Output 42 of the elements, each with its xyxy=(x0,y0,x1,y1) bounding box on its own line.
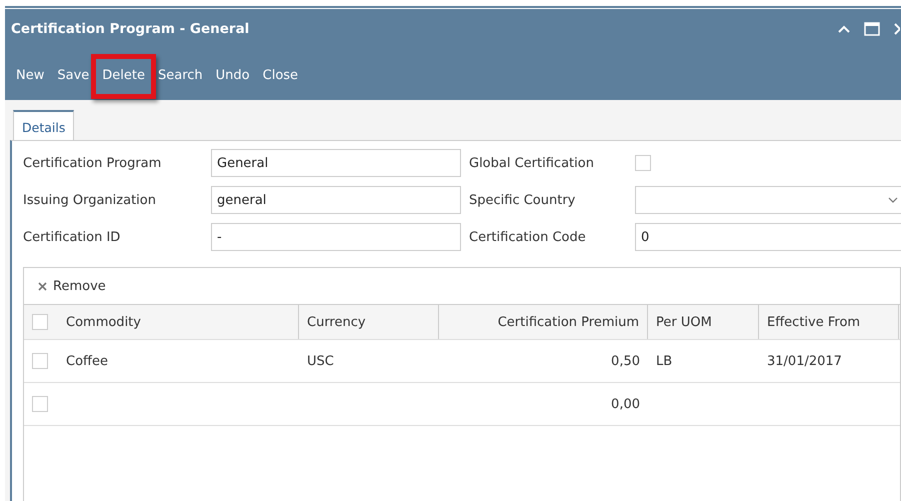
field-label: Certification Code xyxy=(469,230,587,244)
remove-button[interactable]: Remove xyxy=(32,278,112,294)
toolbar-button[interactable]: Save xyxy=(52,62,94,88)
field-label: Issuing Organization xyxy=(23,192,157,208)
toolbar-button[interactable]: Close xyxy=(258,62,304,88)
toolbar-button[interactable]: Delete xyxy=(97,62,150,88)
collapse-icon[interactable] xyxy=(838,25,850,33)
table-cell: 0,00 xyxy=(611,396,640,412)
column-header[interactable]: Currency xyxy=(307,314,366,330)
field-label: Certification Program xyxy=(23,156,162,170)
text-field[interactable]: General xyxy=(211,149,461,177)
dropdown-field[interactable] xyxy=(635,186,901,214)
table-cell: USC xyxy=(307,354,334,368)
table-cell: 31/01/2017 xyxy=(767,354,842,368)
checkbox[interactable] xyxy=(32,314,48,330)
field-label: Specific Country xyxy=(469,192,576,208)
window-title: Certification Program - General xyxy=(11,21,250,37)
grid-row[interactable]: Coffee USC 0,50 LB 31/01/2017 xyxy=(24,340,900,383)
text-field[interactable]: general xyxy=(211,186,461,214)
field-label: Global Certification xyxy=(469,156,595,170)
column-header[interactable]: Effective From xyxy=(767,314,860,330)
column-header[interactable]: Certification Premium xyxy=(498,314,639,330)
chevron-down-icon xyxy=(888,197,898,203)
text-field[interactable]: - xyxy=(211,223,461,251)
toolbar-button[interactable]: Undo xyxy=(210,62,255,88)
column-header[interactable]: Per UOM xyxy=(656,314,712,330)
tab[interactable]: Details xyxy=(13,110,74,140)
maximize-icon[interactable] xyxy=(864,22,880,36)
checkbox[interactable] xyxy=(32,353,48,369)
toolbar-button[interactable]: Search xyxy=(153,62,208,88)
grid-row[interactable]: 0,00 xyxy=(24,383,900,426)
checkbox[interactable] xyxy=(32,396,48,412)
close-icon xyxy=(38,282,47,290)
field-label: Certification ID xyxy=(23,230,122,244)
text-field[interactable]: 0 xyxy=(635,223,901,251)
checkbox[interactable] xyxy=(635,155,651,171)
column-header[interactable]: Commodity xyxy=(66,314,141,330)
toolbar-button[interactable]: New xyxy=(11,62,50,88)
table-cell: Coffee xyxy=(66,354,108,368)
table-cell: LB xyxy=(656,354,672,368)
close-icon[interactable] xyxy=(894,23,900,35)
table-cell: 0,50 xyxy=(611,354,640,368)
